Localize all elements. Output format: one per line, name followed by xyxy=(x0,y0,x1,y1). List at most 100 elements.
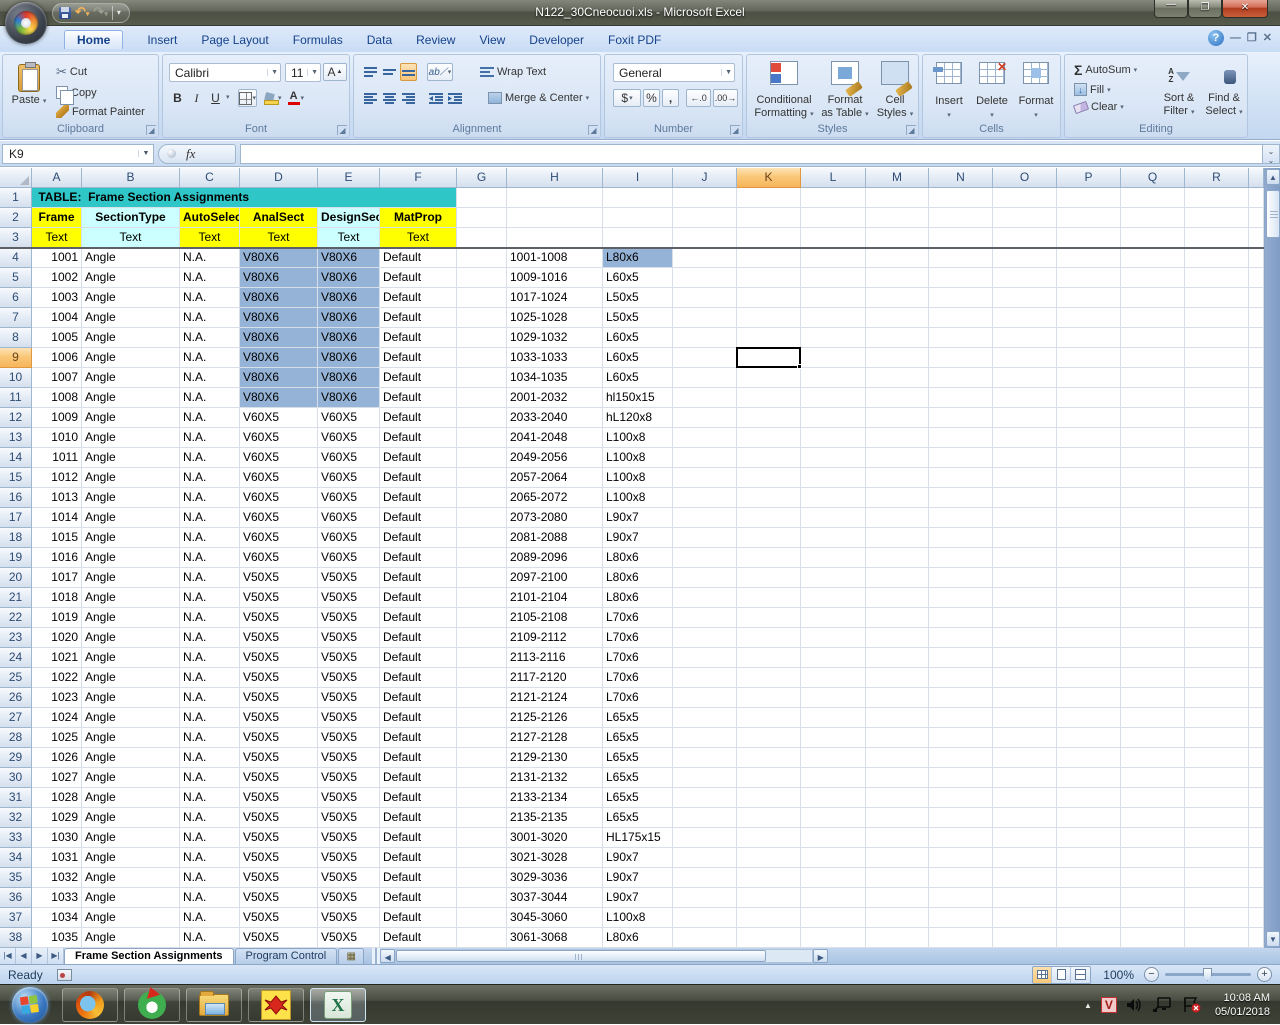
cell[interactable] xyxy=(457,448,507,468)
cell[interactable] xyxy=(673,748,737,768)
row-header-23[interactable]: 23 xyxy=(0,628,32,648)
tab-developer[interactable]: Developer xyxy=(517,30,596,52)
cell[interactable] xyxy=(737,368,801,388)
cell[interactable] xyxy=(1185,368,1249,388)
tab-data[interactable]: Data xyxy=(355,30,404,52)
cell-analsect[interactable]: V50X5 xyxy=(240,788,318,808)
column-header-P[interactable]: P xyxy=(1057,168,1121,188)
cell[interactable] xyxy=(457,928,507,948)
cell[interactable] xyxy=(737,228,801,248)
cell[interactable] xyxy=(866,748,929,768)
cell[interactable] xyxy=(866,828,929,848)
row-header-29[interactable]: 29 xyxy=(0,748,32,768)
row-header-21[interactable]: 21 xyxy=(0,588,32,608)
cell[interactable] xyxy=(993,448,1057,468)
cell[interactable] xyxy=(1185,268,1249,288)
cell[interactable] xyxy=(801,908,866,928)
cell[interactable] xyxy=(993,868,1057,888)
cell-frame-range[interactable]: 1033-1033 xyxy=(507,348,603,368)
cell-analsect[interactable]: V50X5 xyxy=(240,868,318,888)
cell[interactable] xyxy=(1121,728,1185,748)
cell-sectiontype[interactable]: Angle xyxy=(82,908,180,928)
cell-frame[interactable]: 1024 xyxy=(32,708,82,728)
borders-button[interactable]: ▾ xyxy=(238,89,258,107)
cell[interactable] xyxy=(993,368,1057,388)
cell[interactable] xyxy=(866,648,929,668)
cell-sectiontype[interactable]: Angle xyxy=(82,608,180,628)
cell[interactable] xyxy=(1121,868,1185,888)
cell-matprop[interactable]: Default xyxy=(380,548,457,568)
cell[interactable] xyxy=(801,528,866,548)
cell[interactable] xyxy=(673,788,737,808)
cell[interactable] xyxy=(457,328,507,348)
row-header-6[interactable]: 6 xyxy=(0,288,32,308)
cell[interactable] xyxy=(801,328,866,348)
cell-section-name[interactable]: L80x6 xyxy=(603,548,673,568)
cell[interactable] xyxy=(737,548,801,568)
cell-frame-range[interactable]: 2127-2128 xyxy=(507,728,603,748)
cell[interactable] xyxy=(929,408,993,428)
cell[interactable] xyxy=(457,668,507,688)
cell[interactable] xyxy=(866,588,929,608)
column-header-D[interactable]: D xyxy=(240,168,318,188)
cell-sectiontype[interactable]: Angle xyxy=(82,708,180,728)
table-type-cell[interactable]: Text xyxy=(82,228,180,248)
cell-frame[interactable]: 1006 xyxy=(32,348,82,368)
cell[interactable] xyxy=(603,208,673,228)
cell[interactable] xyxy=(866,468,929,488)
merge-center-button[interactable]: Merge & Center▾ xyxy=(485,89,592,107)
cell-matprop[interactable]: Default xyxy=(380,468,457,488)
cell-sectiontype[interactable]: Angle xyxy=(82,768,180,788)
cell[interactable] xyxy=(457,288,507,308)
cell[interactable] xyxy=(507,208,603,228)
cell-sectiontype[interactable]: Angle xyxy=(82,808,180,828)
cell[interactable] xyxy=(866,448,929,468)
cell[interactable] xyxy=(457,868,507,888)
zoom-in-button[interactable]: + xyxy=(1257,967,1272,982)
workbook-restore-button[interactable]: ❐ xyxy=(1247,31,1257,45)
cell-designsect[interactable]: V50X5 xyxy=(318,928,380,948)
cell[interactable] xyxy=(801,748,866,768)
row-header-12[interactable]: 12 xyxy=(0,408,32,428)
tab-foxit-pdf[interactable]: Foxit PDF xyxy=(596,30,673,52)
cell-designsect[interactable]: V50X5 xyxy=(318,708,380,728)
row-header-7[interactable]: 7 xyxy=(0,308,32,328)
last-sheet-button[interactable]: ▶| xyxy=(48,948,64,964)
cell-section-name[interactable]: L100x8 xyxy=(603,468,673,488)
cell-designsect[interactable]: V80X6 xyxy=(318,308,380,328)
cell-frame-range[interactable]: 2073-2080 xyxy=(507,508,603,528)
cell[interactable] xyxy=(801,728,866,748)
cell[interactable] xyxy=(993,228,1057,248)
cell[interactable] xyxy=(737,488,801,508)
row-header-5[interactable]: 5 xyxy=(0,268,32,288)
cell[interactable] xyxy=(1185,728,1249,748)
cell-section-name[interactable]: L70x6 xyxy=(603,648,673,668)
row-header-14[interactable]: 14 xyxy=(0,448,32,468)
column-header-O[interactable]: O xyxy=(993,168,1057,188)
cell-matprop[interactable]: Default xyxy=(380,608,457,628)
cell[interactable] xyxy=(1185,208,1249,228)
cell-frame-range[interactable]: 3061-3068 xyxy=(507,928,603,948)
cell[interactable] xyxy=(1185,708,1249,728)
cell-section-name[interactable]: L65x5 xyxy=(603,748,673,768)
cell[interactable] xyxy=(673,568,737,588)
column-header-K[interactable]: K xyxy=(737,168,801,188)
font-color-button[interactable]: A▾ xyxy=(287,89,306,107)
cell-section-name[interactable]: L80x6 xyxy=(603,568,673,588)
cell-frame-range[interactable]: 1009-1016 xyxy=(507,268,603,288)
sheet-tab-program-control[interactable]: Program Control xyxy=(235,948,338,964)
cell[interactable] xyxy=(801,428,866,448)
cell[interactable] xyxy=(1121,748,1185,768)
cell-section-name[interactable]: L90x7 xyxy=(603,528,673,548)
hidden-icons-arrow[interactable]: ▲ xyxy=(1084,1001,1092,1010)
cell[interactable] xyxy=(801,888,866,908)
column-header-G[interactable]: G xyxy=(457,168,507,188)
cell-matprop[interactable]: Default xyxy=(380,768,457,788)
cell-analsect[interactable]: V80X6 xyxy=(240,368,318,388)
cell-frame[interactable]: 1012 xyxy=(32,468,82,488)
cell[interactable] xyxy=(673,368,737,388)
cell-matprop[interactable]: Default xyxy=(380,248,457,268)
cell[interactable] xyxy=(1185,488,1249,508)
cell[interactable] xyxy=(1121,468,1185,488)
cell-section-name[interactable]: L80x6 xyxy=(603,248,673,268)
